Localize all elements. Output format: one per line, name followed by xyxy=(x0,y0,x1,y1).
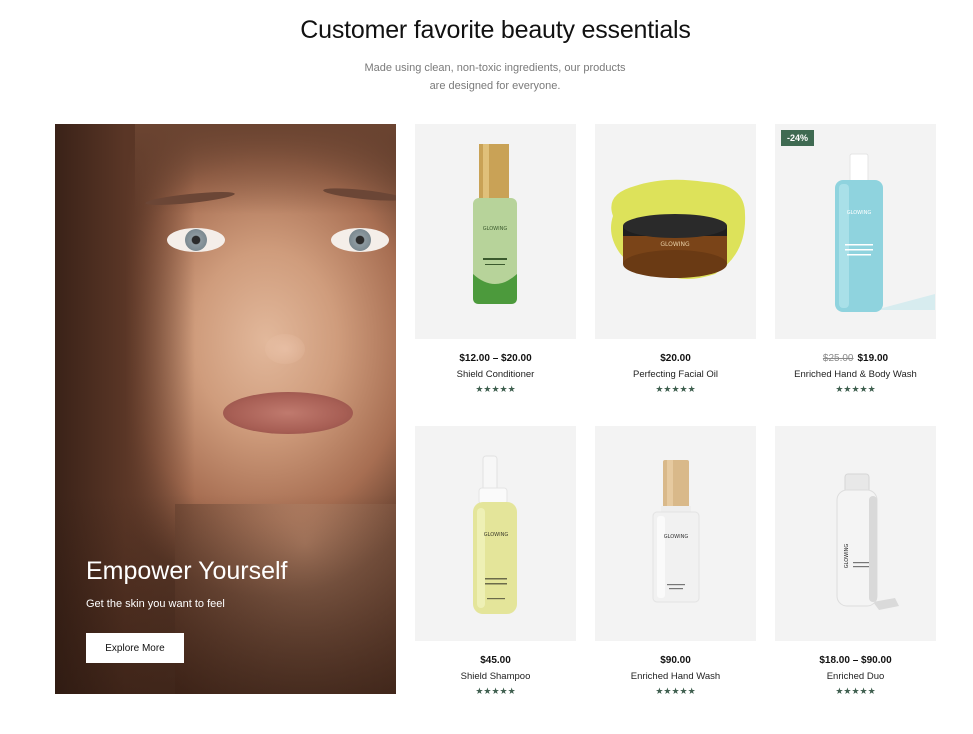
product-price-value: $19.00 xyxy=(857,353,889,364)
product-price-value: $12.00 – $20.00 xyxy=(459,353,532,364)
product-old-price: $25.00 xyxy=(822,353,854,364)
product-image[interactable]: GLOWING -24% xyxy=(775,124,936,339)
product-price: $12.00 – $20.00 xyxy=(415,353,576,364)
product-card[interactable]: GLOWING $20.00 Perfecting Facial Oil ★★★… xyxy=(595,124,756,395)
svg-text:GLOWING: GLOWING xyxy=(483,226,508,232)
product-image[interactable]: GLOWING xyxy=(415,124,576,339)
dropper-bottle-icon: GLOWING xyxy=(652,460,700,603)
product-image[interactable]: GLOWING xyxy=(775,426,936,641)
hero-subtitle: Get the skin you want to feel xyxy=(86,598,225,610)
product-price: $45.00 xyxy=(415,655,576,666)
product-price-value: $90.00 xyxy=(660,655,691,666)
product-name[interactable]: Perfecting Facial Oil xyxy=(595,369,756,380)
hero-banner[interactable]: Empower Yourself Get the skin you want t… xyxy=(55,124,396,694)
rating-stars-icon: ★★★★★ xyxy=(475,384,516,394)
discount-badge: -24% xyxy=(781,130,815,146)
rating-stars-icon: ★★★★★ xyxy=(835,384,876,394)
rating-stars-icon: ★★★★★ xyxy=(475,686,516,696)
rating-stars-icon: ★★★★★ xyxy=(835,686,876,696)
hero-title: Empower Yourself xyxy=(86,557,288,585)
product-image[interactable]: GLOWING xyxy=(595,124,756,339)
svg-text:GLOWING: GLOWING xyxy=(660,241,690,248)
product-price: $25.00 $19.00 xyxy=(775,353,936,364)
product-price: $18.00 – $90.00 xyxy=(775,655,936,666)
toner-bottle-icon: GLOWING xyxy=(835,153,935,312)
svg-text:GLOWING: GLOWING xyxy=(847,210,872,216)
serum-bottle-icon: GLOWING xyxy=(473,144,517,304)
product-card[interactable]: GLOWING -24% $25.00 $19.00 Enriched Hand … xyxy=(775,124,936,395)
section-title: Customer favorite beauty essentials xyxy=(300,16,691,44)
svg-text:GLOWING: GLOWING xyxy=(844,544,850,569)
section-subtitle-line2: are designed for everyone. xyxy=(429,80,561,92)
product-name[interactable]: Enriched Hand Wash xyxy=(595,671,756,682)
explore-more-button[interactable]: Explore More xyxy=(86,633,184,663)
product-price-value: $45.00 xyxy=(480,655,511,666)
product-price-value: $18.00 – $90.00 xyxy=(819,655,892,666)
spray-bottle-icon: GLOWING xyxy=(473,455,517,614)
product-name[interactable]: Shield Shampoo xyxy=(415,671,576,682)
section-subtitle: Made using clean, non-toxic ingredients,… xyxy=(340,59,650,95)
cream-jar-icon: GLOWING xyxy=(611,179,746,279)
product-card[interactable]: GLOWING $90.00 Enriched Hand Wash ★★★★★ xyxy=(595,426,756,697)
svg-text:GLOWING: GLOWING xyxy=(484,532,509,538)
product-card[interactable]: GLOWING $18.00 – $90.00 Enriched Duo ★★★… xyxy=(775,426,936,697)
svg-text:GLOWING: GLOWING xyxy=(664,534,689,540)
product-name[interactable]: Shield Conditioner xyxy=(415,369,576,380)
product-card[interactable]: GLOWING $45.00 Shield Shampoo ★★★★★ xyxy=(415,426,576,697)
lotion-bottle-icon: GLOWING xyxy=(836,473,899,610)
product-name[interactable]: Enriched Hand & Body Wash xyxy=(775,369,936,380)
product-image[interactable]: GLOWING xyxy=(415,426,576,641)
product-price: $20.00 xyxy=(595,353,756,364)
rating-stars-icon: ★★★★★ xyxy=(655,686,696,696)
rating-stars-icon: ★★★★★ xyxy=(655,384,696,394)
product-price-value: $20.00 xyxy=(660,353,691,364)
section-subtitle-line1: Made using clean, non-toxic ingredients,… xyxy=(364,62,626,74)
product-card[interactable]: GLOWING $12.00 – $20.00 Shield Condition… xyxy=(415,124,576,395)
product-image[interactable]: GLOWING xyxy=(595,426,756,641)
product-name[interactable]: Enriched Duo xyxy=(775,671,936,682)
product-price: $90.00 xyxy=(595,655,756,666)
